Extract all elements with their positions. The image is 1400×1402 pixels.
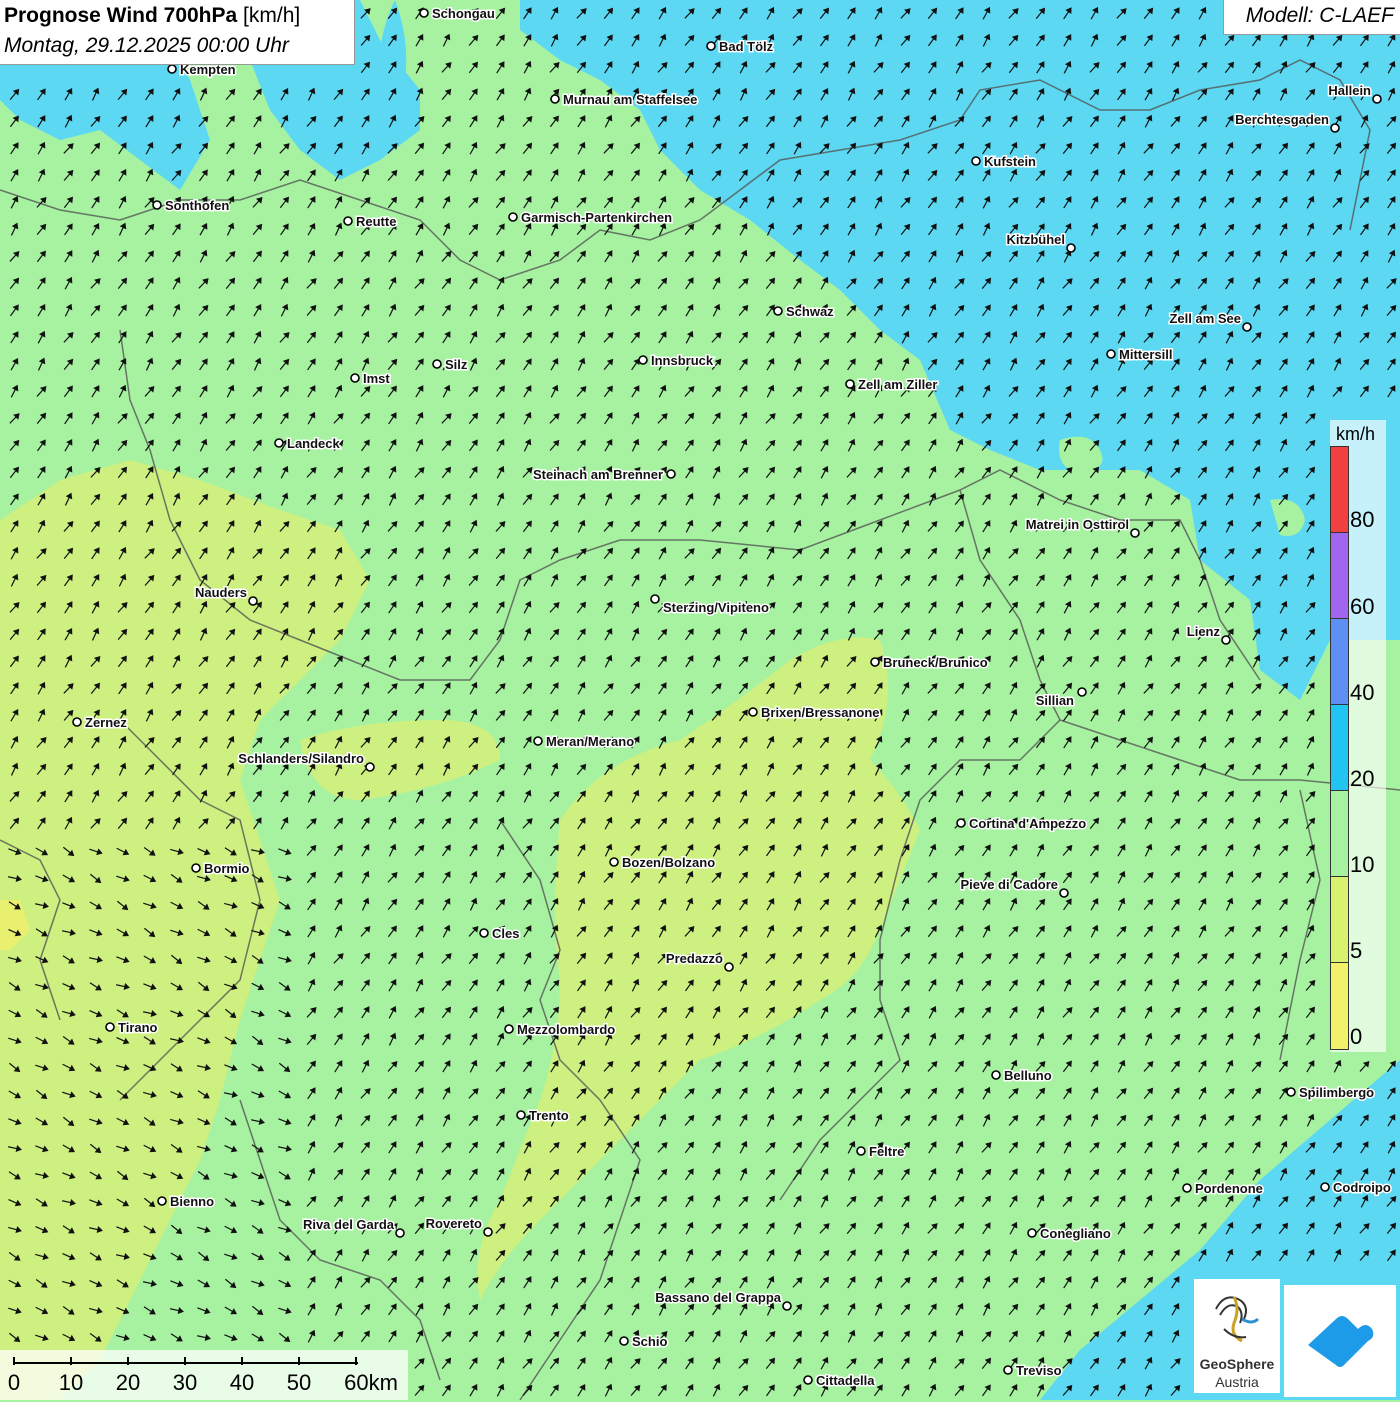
wind-map: SchongauBad TölzKemptenMurnau am Staffel…: [0, 0, 1400, 1400]
